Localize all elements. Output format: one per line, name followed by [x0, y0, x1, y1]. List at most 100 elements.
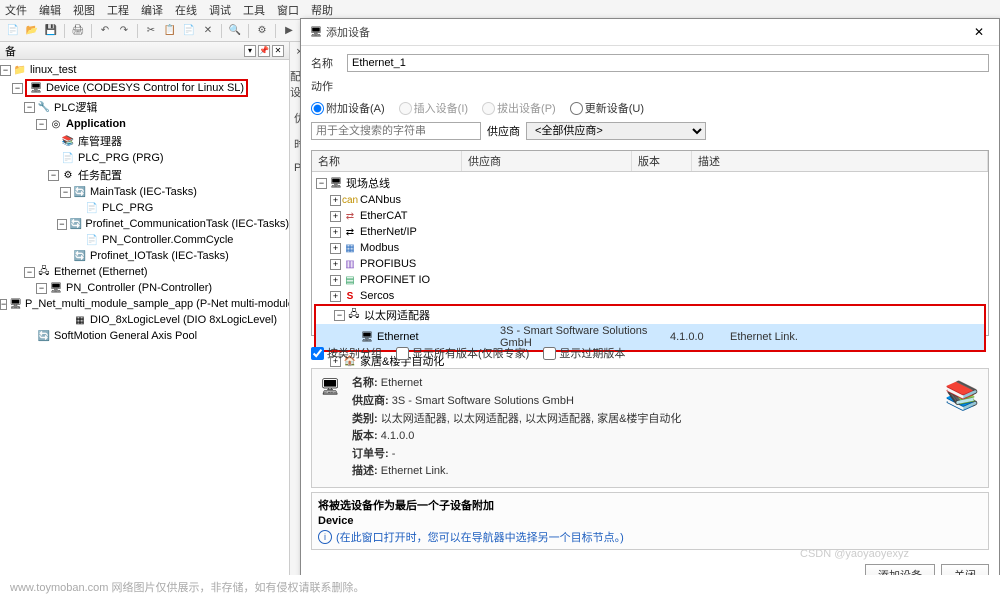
- print-icon[interactable]: 🖨: [70, 23, 86, 39]
- expander-icon[interactable]: −: [24, 102, 35, 113]
- expander-icon[interactable]: −: [334, 310, 345, 321]
- tree-task-cfg[interactable]: −⚙任务配置: [0, 166, 289, 184]
- login-icon[interactable]: ▶: [281, 23, 297, 39]
- col-desc[interactable]: 描述: [692, 151, 988, 171]
- tree-dio[interactable]: ▦DIO_8xLogicLevel (DIO 8xLogicLevel): [0, 312, 289, 328]
- expander-icon[interactable]: +: [330, 259, 341, 270]
- chk-showall[interactable]: 显示所有版本(仅限专家): [396, 345, 529, 361]
- search-input[interactable]: [311, 122, 481, 140]
- profibus-icon: ▥: [343, 257, 357, 271]
- module-icon: 🖥: [9, 297, 22, 311]
- options-row: 按类别分组 显示所有版本(仅限专家) 显示过期版本: [311, 342, 989, 364]
- task-icon: 🔄: [69, 217, 82, 231]
- menu-debug[interactable]: 调试: [209, 2, 231, 17]
- minimize-icon[interactable]: ▾: [244, 45, 256, 57]
- pin-icon[interactable]: 📌: [258, 45, 270, 57]
- tree-profinet-comm[interactable]: −🔄Profinet_CommunicationTask (IEC-Tasks): [0, 216, 289, 232]
- chk-group[interactable]: 按类别分组: [311, 345, 382, 361]
- canbus-icon: can: [343, 193, 357, 207]
- cat-fieldbus[interactable]: −🖥现场总线: [312, 174, 988, 192]
- append-title: 将被选设备作为最后一个子设备附加: [318, 497, 982, 513]
- menu-build[interactable]: 编译: [141, 2, 163, 17]
- expander-icon[interactable]: +: [330, 195, 341, 206]
- menu-view[interactable]: 视图: [73, 2, 95, 17]
- col-vendor[interactable]: 供应商: [462, 151, 632, 171]
- expander-icon[interactable]: −: [0, 65, 11, 76]
- close-icon[interactable]: ✕: [967, 23, 991, 41]
- tree-ethernet[interactable]: −🖧Ethernet (Ethernet): [0, 264, 289, 280]
- build-icon[interactable]: ⚙: [254, 23, 270, 39]
- panel-title: 备: [5, 43, 16, 59]
- tree-plc-prg-task[interactable]: 📄PLC_PRG: [0, 200, 289, 216]
- expander-icon[interactable]: −: [12, 83, 23, 94]
- profinet-icon: ▤: [343, 273, 357, 287]
- device-name-input[interactable]: [347, 54, 989, 72]
- expander-icon[interactable]: −: [36, 119, 47, 130]
- tree-plc-logic[interactable]: −🔧PLC逻辑: [0, 98, 289, 116]
- undo-icon[interactable]: ↶: [97, 23, 113, 39]
- cat-canbus[interactable]: +canCANbus: [312, 192, 988, 208]
- library-icon: 📚: [61, 134, 75, 148]
- cut-icon[interactable]: ✂: [143, 23, 159, 39]
- menu-file[interactable]: 文件: [5, 2, 27, 17]
- tree-lib-mgr[interactable]: 📚库管理器: [0, 132, 289, 150]
- plc-icon: 🔧: [37, 100, 51, 114]
- expander-icon[interactable]: −: [60, 187, 71, 198]
- expander-icon[interactable]: −: [48, 170, 59, 181]
- new-icon[interactable]: 📄: [5, 23, 21, 39]
- expander-icon[interactable]: −: [36, 283, 47, 294]
- open-icon[interactable]: 📂: [24, 23, 40, 39]
- menu-project[interactable]: 工程: [107, 2, 129, 17]
- tree-maintask[interactable]: −🔄MainTask (IEC-Tasks): [0, 184, 289, 200]
- tree-pn-comm-cycle[interactable]: 📄PN_Controller.CommCycle: [0, 232, 289, 248]
- expander-icon[interactable]: −: [316, 178, 327, 189]
- cat-modbus[interactable]: +▦Modbus: [312, 240, 988, 256]
- expander-icon[interactable]: −: [24, 267, 35, 278]
- expander-icon[interactable]: +: [330, 275, 341, 286]
- save-icon[interactable]: 💾: [43, 23, 59, 39]
- col-version[interactable]: 版本: [632, 151, 692, 171]
- tree-device[interactable]: −🖥Device (CODESYS Control for Linux SL): [0, 78, 289, 98]
- cat-ethernetip[interactable]: +⇄EtherNet/IP: [312, 224, 988, 240]
- expander-icon[interactable]: +: [330, 243, 341, 254]
- cat-sercos[interactable]: +SSercos: [312, 288, 988, 304]
- tree-softmotion[interactable]: 🔄SoftMotion General Axis Pool: [0, 328, 289, 344]
- col-name[interactable]: 名称: [312, 151, 462, 171]
- chk-showold[interactable]: 显示过期版本: [543, 345, 625, 361]
- menu-tools[interactable]: 工具: [243, 2, 265, 17]
- task-icon: 🔄: [73, 185, 87, 199]
- menu-edit[interactable]: 编辑: [39, 2, 61, 17]
- radio-append[interactable]: 附加设备(A): [311, 100, 385, 116]
- menu-online[interactable]: 在线: [175, 2, 197, 17]
- device-detail: 🖥 名称: Ethernet 供应商: 3S - Smart Software …: [311, 368, 989, 488]
- vendor-select[interactable]: <全部供应商>: [526, 122, 706, 140]
- tree-application[interactable]: −◎Application: [0, 116, 289, 132]
- cat-ethercat[interactable]: +⇄EtherCAT: [312, 208, 988, 224]
- cat-eth-adapter[interactable]: −🖧以太网适配器: [316, 306, 984, 324]
- menu-help[interactable]: 帮助: [311, 2, 333, 17]
- cat-profibus[interactable]: +▥PROFIBUS: [312, 256, 988, 272]
- copy-icon[interactable]: 📋: [162, 23, 178, 39]
- cat-profinet-io[interactable]: +▤PROFINET IO: [312, 272, 988, 288]
- expander-icon[interactable]: +: [330, 291, 341, 302]
- redo-icon[interactable]: ↷: [116, 23, 132, 39]
- expander-icon[interactable]: −: [0, 299, 7, 310]
- close-panel-icon[interactable]: ✕: [272, 45, 284, 57]
- watermark: CSDN @yaoyaoyexyz: [800, 548, 909, 560]
- tree-profinet-io[interactable]: 🔄Profinet_IOTask (IEC-Tasks): [0, 248, 289, 264]
- append-info: 将被选设备作为最后一个子设备附加 Device i (在此窗口打开时，您可以在导…: [311, 492, 989, 550]
- menu-window[interactable]: 窗口: [277, 2, 299, 17]
- radio-update[interactable]: 更新设备(U): [570, 100, 644, 116]
- tree-plc-prg[interactable]: 📄PLC_PRG (PRG): [0, 150, 289, 166]
- delete-icon[interactable]: ✕: [200, 23, 216, 39]
- add-device-dialog: 🖥 添加设备 ✕ 名称 动作 附加设备(A) 插入设备(I) 拔出设备(P) 更…: [300, 18, 1000, 593]
- find-icon[interactable]: 🔍: [227, 23, 243, 39]
- expander-icon[interactable]: +: [330, 227, 341, 238]
- tree-pnet-multi[interactable]: −🖥P_Net_multi_module_sample_app (P-Net m…: [0, 296, 289, 312]
- expander-icon[interactable]: +: [330, 211, 341, 222]
- paste-icon[interactable]: 📄: [181, 23, 197, 39]
- tree-pn-controller[interactable]: −🖥PN_Controller (PN-Controller): [0, 280, 289, 296]
- expander-icon[interactable]: −: [57, 219, 68, 230]
- axis-icon: 🔄: [37, 329, 51, 343]
- tree-root[interactable]: −📁linux_test: [0, 62, 289, 78]
